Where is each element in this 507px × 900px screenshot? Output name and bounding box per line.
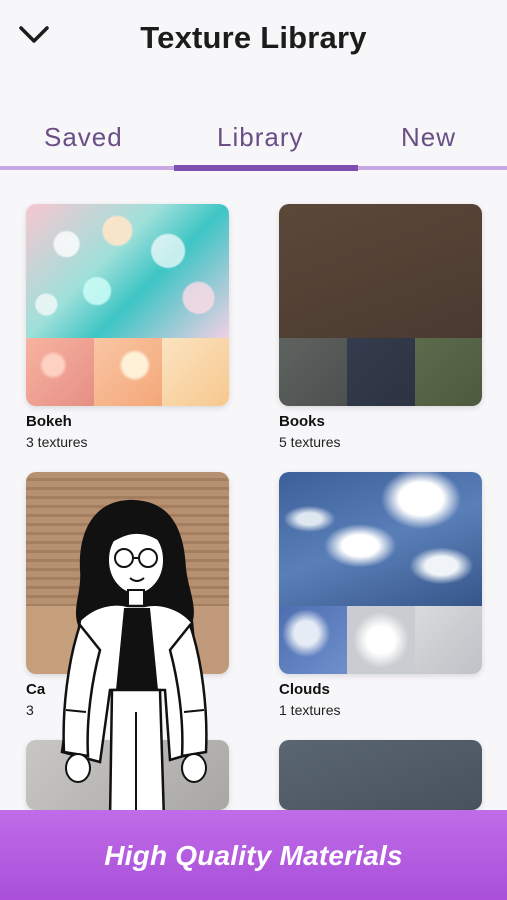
collection-count: 1 textures <box>279 702 341 718</box>
texture-preview-small <box>347 338 415 406</box>
texture-preview-main <box>26 204 229 338</box>
texture-preview-main <box>279 472 482 606</box>
texture-preview-small <box>415 338 482 406</box>
collection-thumbnail <box>279 472 482 674</box>
tab-saved[interactable]: Saved <box>44 122 123 153</box>
collection-card-slate[interactable] <box>279 740 482 810</box>
texture-preview-main <box>279 740 482 810</box>
collection-card-bokeh[interactable]: Bokeh 3 textures <box>26 204 229 450</box>
page-title: Texture Library <box>140 20 367 55</box>
collection-thumbnail <box>279 740 482 810</box>
texture-preview-main <box>279 204 482 338</box>
texture-preview-small <box>94 338 162 406</box>
collection-name: Bokeh <box>26 413 72 430</box>
header: Texture Library <box>0 0 507 90</box>
tab-new[interactable]: New <box>401 122 456 153</box>
tab-bar: Saved Library New <box>0 118 507 172</box>
texture-preview-small <box>162 338 229 406</box>
texture-preview-small <box>279 338 347 406</box>
collection-card-clouds[interactable]: Clouds 1 textures <box>279 472 482 718</box>
texture-preview-small <box>415 606 482 674</box>
collection-card-books[interactable]: Books 5 textures <box>279 204 482 450</box>
texture-preview-small <box>279 606 347 674</box>
texture-preview-small <box>26 338 94 406</box>
collection-thumbnail <box>279 204 482 406</box>
collection-name: Books <box>279 413 325 430</box>
character-illustration <box>60 499 208 820</box>
promo-banner-text: High Quality Materials <box>104 840 403 871</box>
texture-preview-small <box>347 606 415 674</box>
tab-library[interactable]: Library <box>217 122 303 153</box>
promo-banner[interactable]: High Quality Materials <box>0 810 507 900</box>
collection-count: 3 textures <box>26 434 88 450</box>
collection-count: 5 textures <box>279 434 341 450</box>
active-tab-indicator <box>174 165 358 171</box>
collection-name: Clouds <box>279 681 330 698</box>
collection-thumbnail <box>26 204 229 406</box>
